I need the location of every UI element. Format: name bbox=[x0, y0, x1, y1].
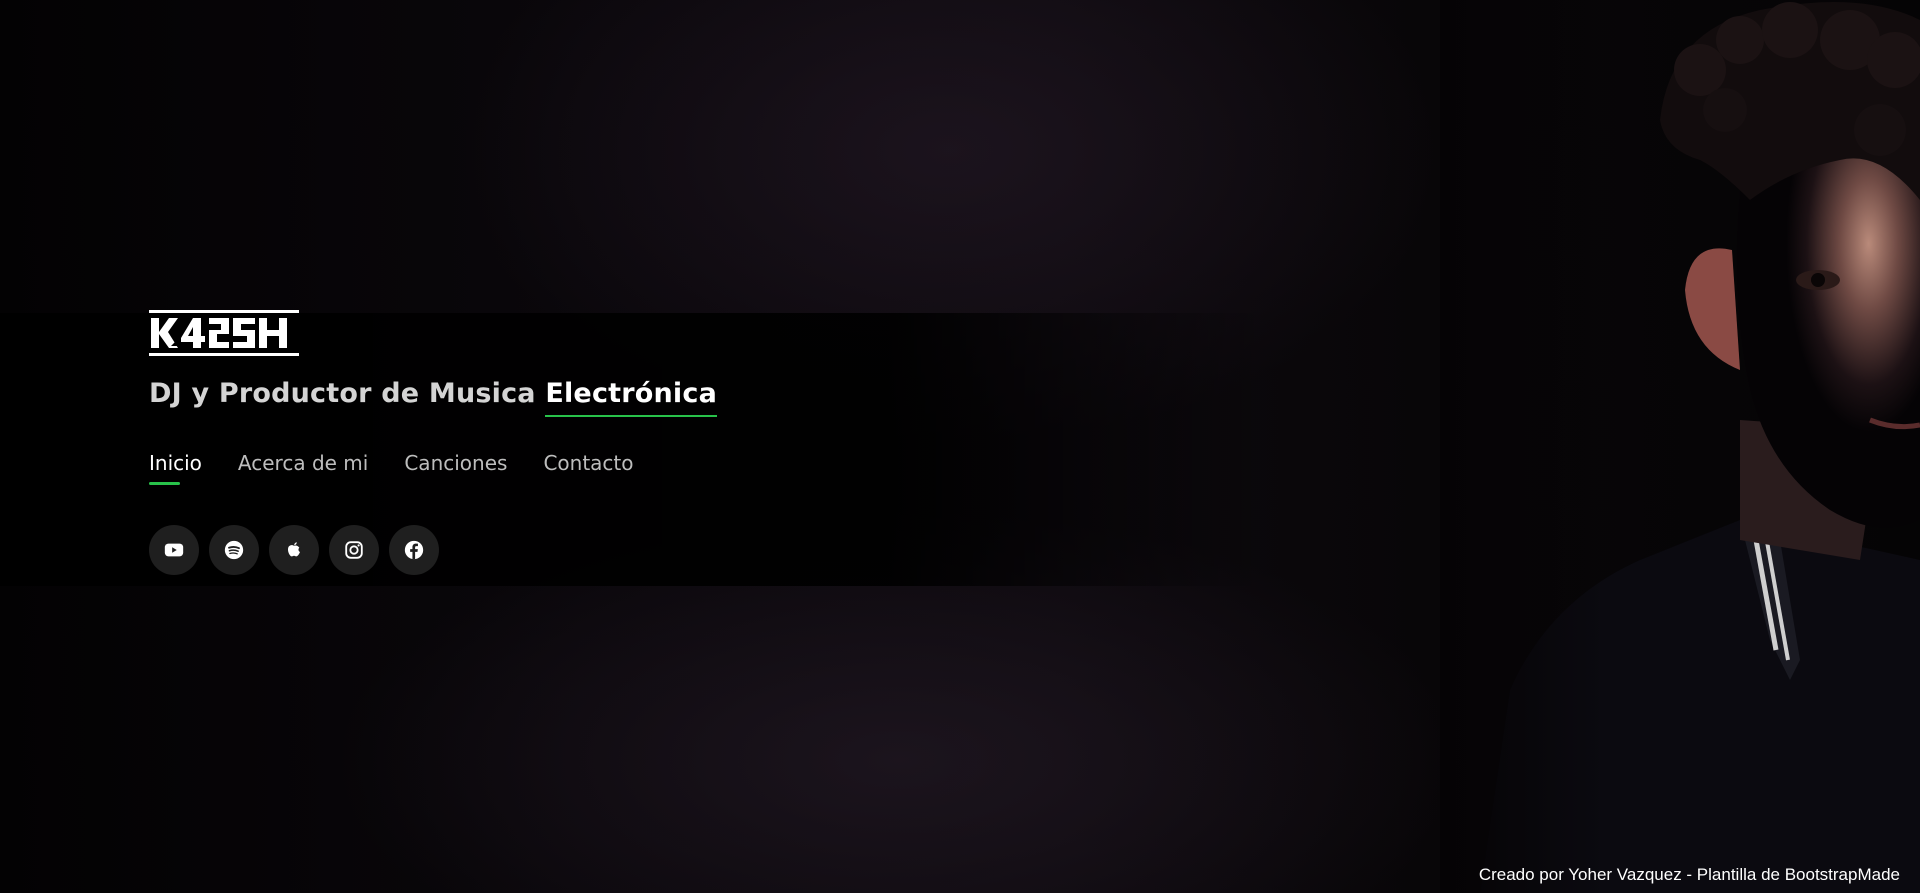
apple-music-button[interactable] bbox=[269, 525, 319, 575]
nav-item-contacto[interactable]: Contacto bbox=[543, 451, 633, 485]
facebook-button[interactable] bbox=[389, 525, 439, 575]
instagram-icon bbox=[345, 541, 363, 559]
nav-item-inicio[interactable]: Inicio bbox=[149, 451, 202, 485]
social-links bbox=[149, 525, 1049, 575]
main-nav: Inicio Acerca de mi Canciones Contacto bbox=[149, 451, 1049, 485]
youtube-icon bbox=[164, 543, 184, 557]
artist-portrait bbox=[1440, 0, 1920, 893]
youtube-button[interactable] bbox=[149, 525, 199, 575]
subtitle-accent: Electrónica bbox=[545, 378, 718, 417]
subtitle-prefix: DJ y Productor de Musica bbox=[149, 378, 536, 409]
hero-content: DJ y Productor de Musica Electrónica Ini… bbox=[149, 310, 1049, 575]
page-subtitle: DJ y Productor de Musica Electrónica bbox=[149, 378, 1049, 417]
facebook-icon bbox=[404, 540, 424, 560]
brand-logo[interactable] bbox=[149, 310, 299, 356]
hero-section: DJ y Productor de Musica Electrónica Ini… bbox=[0, 0, 1920, 893]
spotify-icon bbox=[224, 540, 244, 560]
nav-item-acerca[interactable]: Acerca de mi bbox=[238, 451, 368, 485]
instagram-button[interactable] bbox=[329, 525, 379, 575]
nav-item-canciones[interactable]: Canciones bbox=[404, 451, 507, 485]
footer-credit[interactable]: Creado por Yoher Vazquez - Plantilla de … bbox=[1479, 865, 1900, 885]
apple-icon bbox=[287, 542, 300, 557]
spotify-button[interactable] bbox=[209, 525, 259, 575]
